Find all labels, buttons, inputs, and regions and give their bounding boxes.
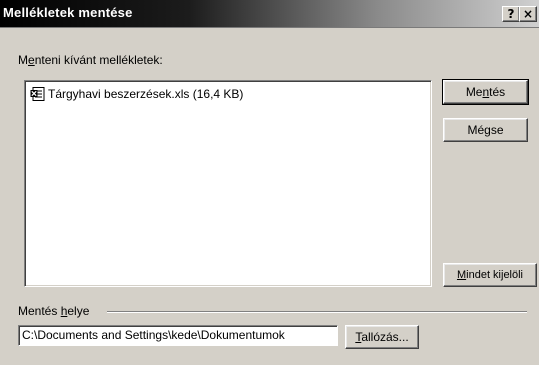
group-divider bbox=[107, 311, 527, 313]
cancel-button[interactable]: Mégse bbox=[443, 118, 528, 142]
window-title: Mellékletek mentése bbox=[3, 5, 133, 20]
save-button[interactable]: Mentés bbox=[442, 79, 529, 105]
save-location-label: Mentés helye bbox=[18, 304, 90, 318]
attachment-name: Tárgyhavi beszerzések.xls (16,4 KB) bbox=[48, 87, 244, 101]
select-all-button[interactable]: Mindet kijelöli bbox=[443, 263, 537, 287]
close-button[interactable]: × bbox=[519, 6, 537, 22]
title-bar: Mellékletek mentése ? × bbox=[0, 0, 539, 28]
browse-button[interactable]: Tallózás... bbox=[345, 325, 419, 349]
attachments-list[interactable]: Tárgyhavi beszerzések.xls (16,4 KB) bbox=[24, 80, 432, 287]
excel-file-icon bbox=[30, 87, 45, 101]
list-item[interactable]: Tárgyhavi beszerzések.xls (16,4 KB) bbox=[30, 87, 243, 101]
attachments-label: Menteni kívánt mellékletek: bbox=[18, 53, 163, 67]
save-path-field[interactable]: C:\Documents and Settings\kede\Dokumentu… bbox=[18, 325, 338, 346]
help-button[interactable]: ? bbox=[502, 6, 520, 22]
